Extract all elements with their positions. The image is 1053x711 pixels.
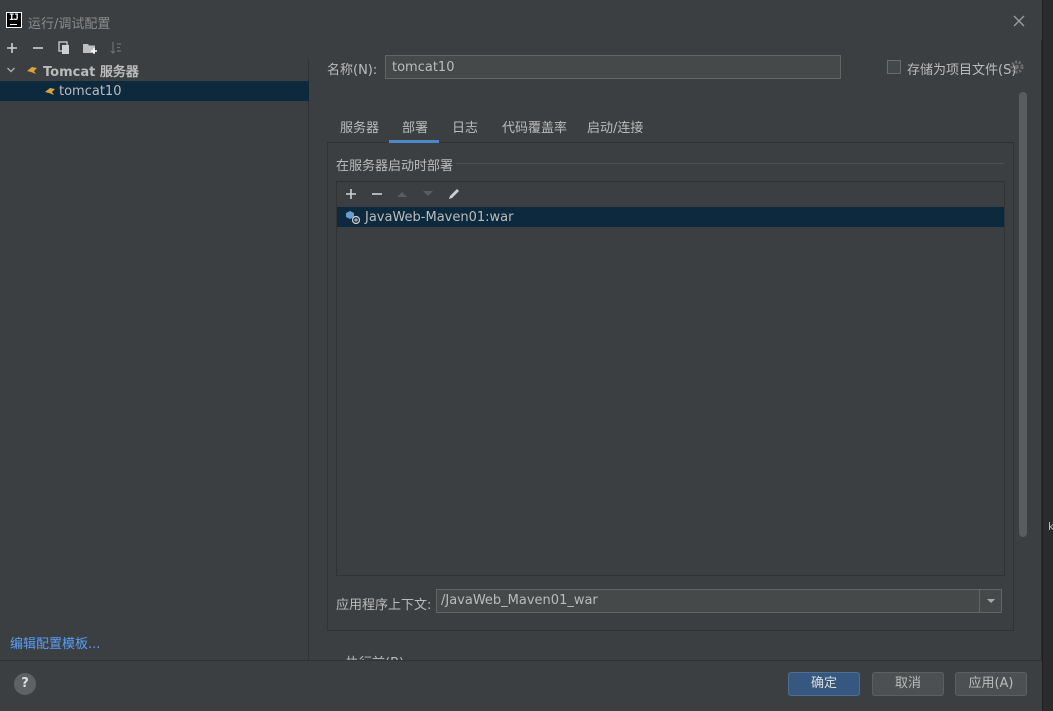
remove-icon[interactable] xyxy=(28,38,48,58)
tree-item-label: tomcat10 xyxy=(59,83,122,99)
artifact-label: JavaWeb-Maven01:war xyxy=(365,209,514,225)
tab-logs[interactable]: 日志 xyxy=(452,117,478,136)
artifact-list[interactable] xyxy=(336,181,1005,576)
tree-item-tomcat10[interactable]: tomcat10 xyxy=(0,81,309,101)
tomcat-icon xyxy=(26,65,38,75)
apply-button[interactable]: 应用(A) xyxy=(955,672,1027,696)
before-launch-label: 执行前(B) xyxy=(346,652,404,660)
close-icon[interactable] xyxy=(1010,12,1028,30)
ide-background-strip: k xyxy=(1042,0,1053,711)
ok-button[interactable]: 确定 xyxy=(788,672,860,696)
tree-group-label: Tomcat 服务器 xyxy=(43,64,139,80)
edit-icon[interactable] xyxy=(444,184,464,204)
move-down-icon[interactable] xyxy=(418,184,438,204)
deploy-on-startup-heading: 在服务器启动时部署 xyxy=(336,159,454,174)
copy-icon[interactable] xyxy=(54,38,74,58)
name-label: 名称(N): xyxy=(327,63,378,78)
tree-group-tomcat[interactable]: Tomcat 服务器 xyxy=(0,60,309,80)
artifact-list-item[interactable]: JavaWeb-Maven01:war xyxy=(337,207,1004,227)
chevron-down-icon[interactable] xyxy=(979,590,1001,612)
configuration-tree-panel: Tomcat 服务器 tomcat10 编辑配置模板... xyxy=(0,60,309,660)
new-folder-icon[interactable] xyxy=(80,38,100,58)
name-input[interactable] xyxy=(385,55,841,79)
title-bar: IJ 运行/调试配置 xyxy=(0,0,1042,40)
heading-separator xyxy=(456,163,1004,164)
edit-templates-link[interactable]: 编辑配置模板... xyxy=(10,633,100,652)
left-toolbar xyxy=(0,38,309,60)
gear-icon[interactable] xyxy=(1009,59,1025,75)
chevron-down-icon[interactable] xyxy=(6,65,18,75)
add-icon[interactable] xyxy=(341,184,361,204)
run-debug-config-dialog: IJ 运行/调试配置 Tomcat 服务器 tomcat10 编辑配置模板...… xyxy=(0,0,1042,711)
store-as-project-label[interactable]: 存储为项目文件(S) xyxy=(907,59,1016,78)
tab-deployment[interactable]: 部署 xyxy=(402,117,428,136)
application-context-label: 应用程序上下文: xyxy=(336,598,432,613)
dialog-title: 运行/调试配置 xyxy=(28,17,111,32)
sort-icon[interactable] xyxy=(106,38,126,58)
artifact-icon xyxy=(345,210,361,224)
background-text-fragment: k xyxy=(1048,520,1053,533)
intellij-app-icon: IJ xyxy=(6,12,22,28)
tab-startup-connection[interactable]: 启动/连接 xyxy=(587,117,643,136)
scrollbar-thumb[interactable] xyxy=(1019,92,1027,537)
cancel-button[interactable]: 取消 xyxy=(872,672,944,696)
window-edge xyxy=(1042,0,1043,711)
store-as-project-checkbox[interactable] xyxy=(887,60,901,74)
tab-code-coverage[interactable]: 代码覆盖率 xyxy=(502,117,567,136)
help-button[interactable]: ? xyxy=(14,673,36,695)
move-up-icon[interactable] xyxy=(392,184,412,204)
remove-icon[interactable] xyxy=(367,184,387,204)
application-context-value: /JavaWeb_Maven01_war xyxy=(441,593,598,608)
add-icon[interactable] xyxy=(2,38,22,58)
artifact-toolbar xyxy=(337,182,1004,206)
tomcat-icon xyxy=(44,86,56,96)
tab-server[interactable]: 服务器 xyxy=(340,117,379,136)
